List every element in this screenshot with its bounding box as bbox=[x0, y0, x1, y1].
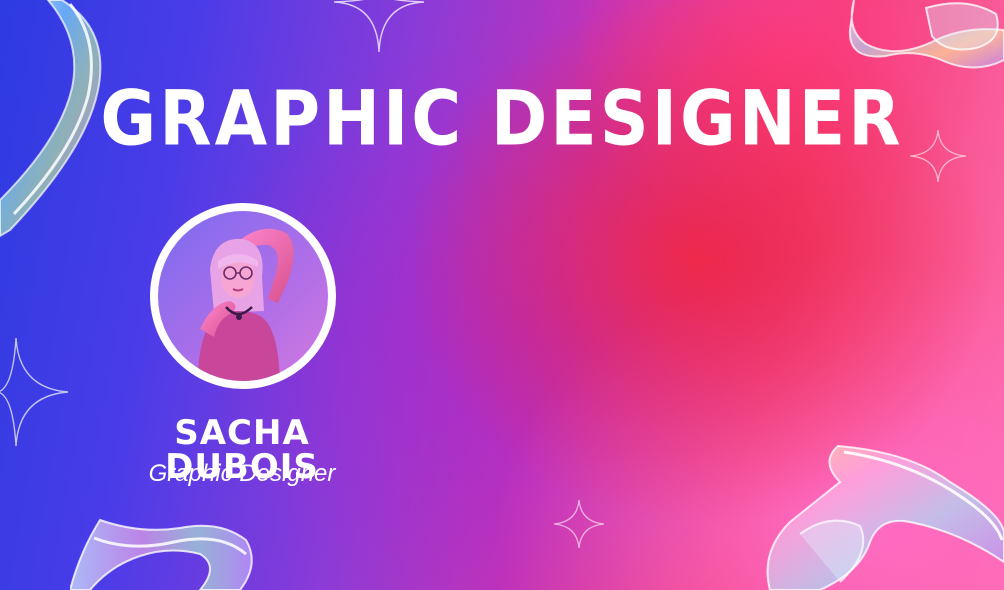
avatar bbox=[158, 211, 328, 381]
glass-ribbon-icon bbox=[70, 518, 253, 590]
business-card: GRAPHIC DESIGNER SACHA DUBOIS Graphic De… bbox=[0, 0, 1004, 590]
sparkle-star-icon bbox=[334, 0, 424, 52]
person-role: Graphic Designer bbox=[148, 460, 336, 487]
sparkle-star-icon bbox=[553, 499, 605, 549]
card-title: GRAPHIC DESIGNER bbox=[100, 75, 904, 164]
glass-ribbon-icon bbox=[766, 444, 1004, 590]
sparkle-star-icon bbox=[0, 337, 69, 447]
glass-ribbon-icon bbox=[848, 0, 1004, 69]
